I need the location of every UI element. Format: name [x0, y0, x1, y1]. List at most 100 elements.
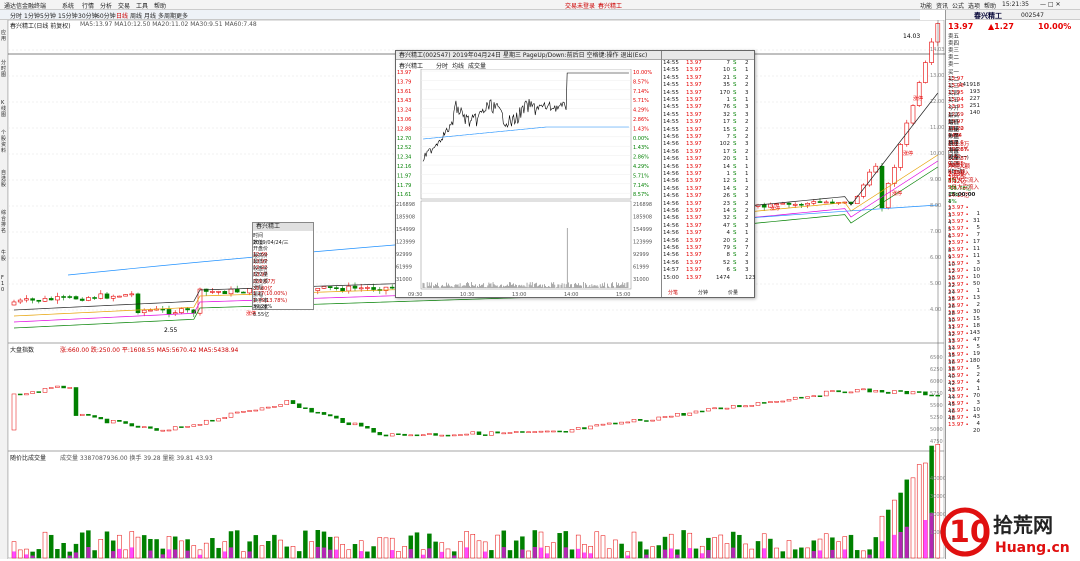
- period-tab[interactable]: 周线: [130, 11, 142, 20]
- tick-row[interactable]: 26 13.97 • 15: [948, 304, 1078, 322]
- tick-row[interactable]: 20 13.97 • 1: [948, 276, 1078, 294]
- login-status[interactable]: 交易未登录: [565, 1, 595, 10]
- side-tab[interactable]: 分时图: [1, 60, 7, 78]
- menu-item[interactable]: 工具: [136, 1, 148, 10]
- tick-row[interactable]: 14:55 13.97 1 S 1: [662, 97, 755, 104]
- tick-row[interactable]: 36 13.97 • 2: [948, 360, 1078, 378]
- tick-row[interactable]: 10 13.97 • 10: [948, 262, 1078, 280]
- tick-row[interactable]: 14:56 13.97 17 S 2: [662, 149, 755, 156]
- tick-row[interactable]: 14:55 13.97 32 S 3: [662, 112, 755, 119]
- tick-row[interactable]: 34 13.97 • 180: [948, 346, 1078, 364]
- menu-item[interactable]: 公式: [952, 1, 964, 10]
- tick-row[interactable]: 14:56 13.97 14 S 2: [662, 186, 755, 193]
- tick-row[interactable]: 1 13.97 • 1: [948, 199, 1078, 217]
- tick-row[interactable]: 14:56 13.97 1 S 1: [662, 171, 755, 178]
- tick-row[interactable]: 12 13.97 • 50: [948, 269, 1078, 287]
- period-tab[interactable]: 30分钟: [78, 11, 98, 20]
- intraday-chart[interactable]: 13.97 10.00% 13.79 8.57% 13.61 7.14% 13.43 5.71…: [396, 69, 661, 297]
- tick-row[interactable]: 14:55 13.97 76 S 3: [662, 104, 755, 111]
- menu-item[interactable]: 行情: [82, 1, 94, 10]
- menu-item[interactable]: 分析: [100, 1, 112, 10]
- tick-row[interactable]: 14:57 13.97 6 S 3: [662, 267, 755, 274]
- tick-row[interactable]: 32 13.97 • 5: [948, 332, 1078, 350]
- tick-row[interactable]: 14:56 13.97 52 S 3: [662, 260, 755, 267]
- tick-row[interactable]: 14:56 13.97 7 S 2: [662, 134, 755, 141]
- menu-item[interactable]: 选项: [968, 1, 980, 10]
- window-controls[interactable]: — □ ✕: [1040, 1, 1061, 8]
- tick-row[interactable]: 14:56 13.97 47 S 3: [662, 223, 755, 230]
- tick-row[interactable]: 14:56 13.97 102 S 3: [662, 141, 755, 148]
- tick-row[interactable]: 46 13.97 • 4: [948, 409, 1078, 427]
- side-tab[interactable]: 牛股: [1, 250, 7, 262]
- tick-row[interactable]: 14:55 13.97 7 S 2: [662, 60, 755, 67]
- tick-row[interactable]: 8 13.97 • 3: [948, 248, 1078, 266]
- tick-footer-tab[interactable]: 分笔: [668, 289, 678, 296]
- tick-row[interactable]: 14:56 13.97 79 S 7: [662, 245, 755, 252]
- period-tab[interactable]: 60分钟: [96, 11, 116, 20]
- side-tab[interactable]: F10: [1, 275, 7, 293]
- tick-row[interactable]: 14:56 13.97 14 S 1: [662, 164, 755, 171]
- period-tab[interactable]: 月线: [144, 11, 156, 20]
- tick-row[interactable]: 7 13.97 • 11: [948, 241, 1078, 259]
- tick-row[interactable]: 40 13.97 • 1: [948, 374, 1078, 392]
- tick-row[interactable]: 14:56 13.97 12 S 1: [662, 178, 755, 185]
- tick-row[interactable]: 9 13.97 • 10: [948, 255, 1078, 273]
- tick-row[interactable]: 24 13.97 • 2: [948, 290, 1078, 308]
- tick-footer-tab[interactable]: 价量: [728, 289, 738, 296]
- tick-row[interactable]: 28 13.97 • 18: [948, 311, 1078, 329]
- tick-row[interactable]: 48 13.97 • 20: [948, 416, 1078, 434]
- tick-row[interactable]: 14:56 13.97 8 S 2: [662, 252, 755, 259]
- tick-row[interactable]: 14:56 13.97 26 S 3: [662, 193, 755, 200]
- side-tab[interactable]: 自选股: [1, 170, 7, 188]
- period-tab[interactable]: 多周期: [158, 11, 176, 20]
- tick-row[interactable]: 14:55 13.97 17 S 2: [662, 119, 755, 126]
- period-tab[interactable]: 5分钟: [40, 11, 56, 20]
- menu-item[interactable]: 功能: [920, 1, 932, 10]
- tick-row[interactable]: 14:56 13.97 14 S 2: [662, 208, 755, 215]
- period-tab[interactable]: 15分钟: [58, 11, 78, 20]
- tick-row[interactable]: 25 13.97 • 30: [948, 297, 1078, 315]
- menu-item[interactable]: 帮助: [984, 1, 996, 10]
- tick-footer-tab[interactable]: 分钟: [698, 289, 708, 296]
- side-tab[interactable]: K线图: [1, 100, 7, 118]
- period-tab[interactable]: 分时: [10, 11, 22, 20]
- tick-row[interactable]: 45 13.97 • 43: [948, 402, 1078, 420]
- menu-item[interactable]: 帮助: [154, 1, 166, 10]
- tick-row[interactable]: 42 13.97 • 70: [948, 381, 1078, 399]
- tick-row[interactable]: 30 13.97 • 143: [948, 318, 1078, 336]
- tick-row[interactable]: 43 13.97 • 3: [948, 388, 1078, 406]
- tick-row[interactable]: 14:55 13.97 15 S 2: [662, 127, 755, 134]
- menu-item[interactable]: 系统: [62, 1, 74, 10]
- tick-row[interactable]: 4 13.97 • 7: [948, 220, 1078, 238]
- tick-row[interactable]: 22 13.97 • 13: [948, 283, 1078, 301]
- menu-item[interactable]: 资讯: [936, 1, 948, 10]
- menu-item[interactable]: 交易: [118, 1, 130, 10]
- tick-row[interactable]: 2 13.97 • 31: [948, 206, 1078, 224]
- tick-row[interactable]: 14:56 13.97 20 S 2: [662, 238, 755, 245]
- tick-row[interactable]: 6 13.97 • 11: [948, 234, 1078, 252]
- intraday-popup[interactable]: 春兴精工(002547) 2019年04月24日 星期三 PageUp/Down…: [395, 50, 756, 298]
- tick-row[interactable]: 35 13.97 • 5: [948, 353, 1078, 371]
- side-tab[interactable]: 应用: [1, 30, 7, 42]
- tick-row[interactable]: 14:55 13.97 35 S 2: [662, 82, 755, 89]
- tick-row[interactable]: 15:00 13.97 1474 123: [662, 275, 756, 282]
- side-tab[interactable]: 综合排名: [1, 210, 7, 234]
- period-tab[interactable]: 更多: [176, 11, 188, 20]
- period-tab[interactable]: 1分钟: [24, 11, 40, 20]
- tick-list[interactable]: 14:55 13.97 7 S 2 14:55 13.97 10 S 1 14:55 13.97 21 S…: [661, 51, 756, 297]
- tick-row[interactable]: 14:55 13.97 21 S 2: [662, 75, 755, 82]
- tick-row[interactable]: 5 13.97 • 17: [948, 227, 1078, 245]
- tick-row[interactable]: 31 13.97 • 47: [948, 325, 1078, 343]
- tick-row[interactable]: 14:56 13.97 23 S 2: [662, 201, 755, 208]
- period-tab-active[interactable]: 日线: [116, 11, 128, 20]
- tick-row[interactable]: 14:55 13.97 10 S 1: [662, 67, 755, 74]
- tick-row[interactable]: 3 13.97 • 5: [948, 213, 1078, 231]
- side-tab[interactable]: 个股资料: [1, 130, 7, 154]
- tick-row[interactable]: 14:56 13.97 32 S 2: [662, 215, 755, 222]
- tick-row[interactable]: 14:56 13.97 4 S 1: [662, 230, 755, 237]
- tick-row[interactable]: 33 13.97 • 19: [948, 339, 1078, 357]
- tick-row[interactable]: 44 13.97 • 10: [948, 395, 1078, 413]
- tick-row[interactable]: 14:55 13.97 170 S 3: [662, 90, 755, 97]
- tick-row[interactable]: 14:56 13.97 20 S 1: [662, 156, 755, 163]
- tick-row[interactable]: 38 13.97 • 4: [948, 367, 1078, 385]
